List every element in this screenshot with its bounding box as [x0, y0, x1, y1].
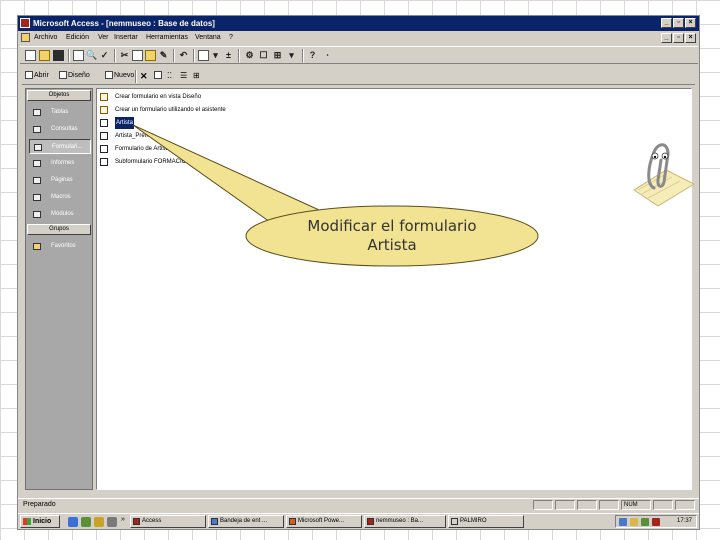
callout-pointer — [132, 124, 332, 223]
callout-overlay — [132, 124, 539, 267]
callout-text: Modificar el formulario Artista — [307, 217, 477, 254]
